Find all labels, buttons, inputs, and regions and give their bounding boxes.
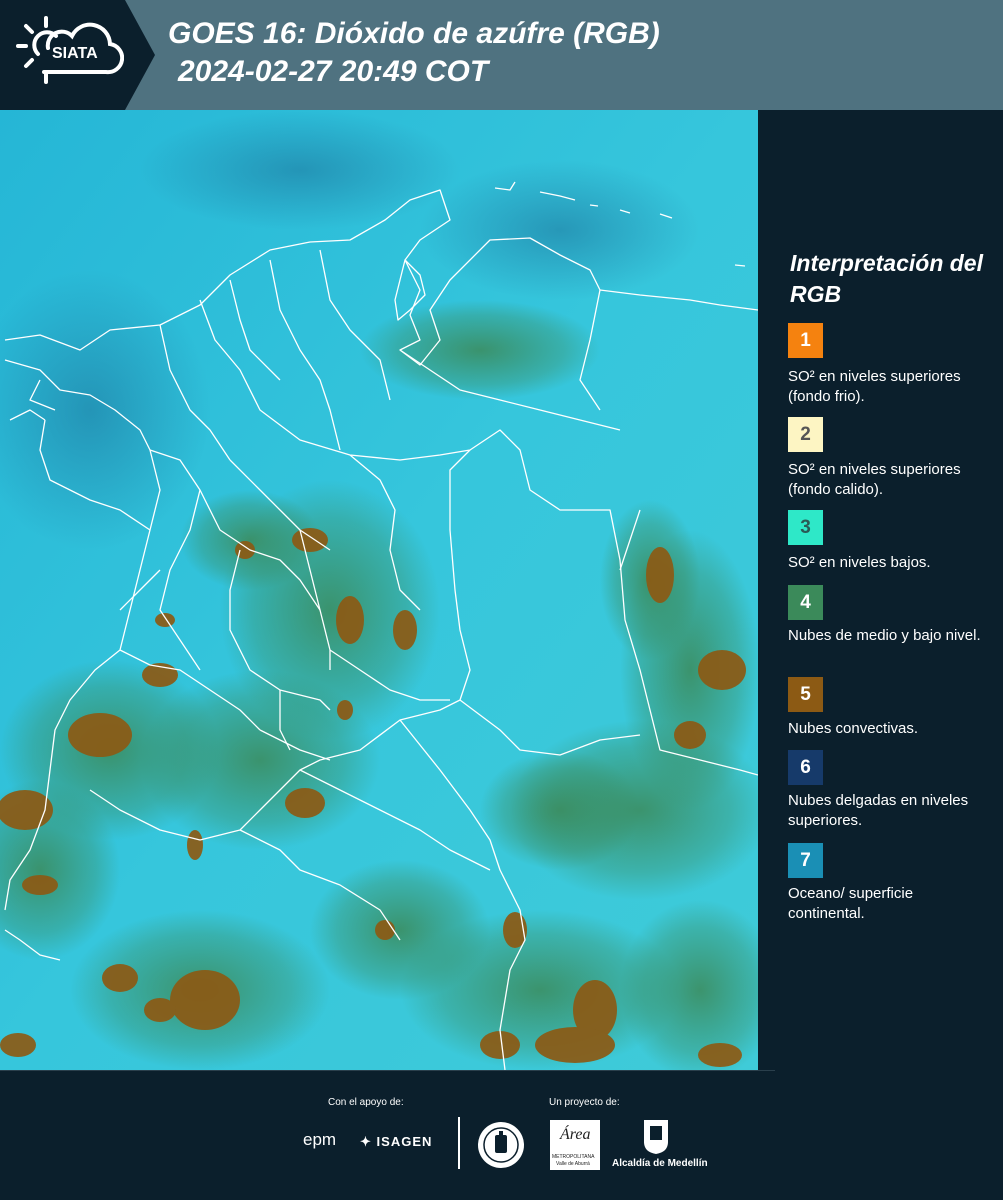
legend-label-4: Nubes de medio y bajo nivel. — [788, 627, 981, 644]
footer-divider — [0, 1070, 775, 1071]
rgb-legend: Interpretación del RGB 1 SO² en niveles … — [772, 110, 1003, 1070]
footer: Con el apoyo de: Un proyecto de: epm ✦ I… — [0, 1070, 1003, 1200]
isagen-icon: ✦ — [360, 1134, 372, 1149]
legend-swatch-4: 4 — [788, 585, 823, 620]
legend-number: 4 — [800, 592, 811, 613]
alcaldia-de-medellin-label: Alcaldía de Medellín — [612, 1158, 708, 1169]
legend-swatch-3: 3 — [788, 510, 823, 545]
legend-title: Interpretación del RGB — [790, 250, 983, 307]
legend-number: 3 — [800, 517, 811, 538]
area-logo-title: Área — [560, 1126, 591, 1143]
legend-swatch-5: 5 — [788, 677, 823, 712]
legend-number: 6 — [800, 757, 811, 778]
satellite-map — [0, 110, 758, 1070]
page-title: GOES 16: Dióxido de azúfre (RGB) — [168, 17, 660, 50]
goes-so2-rgb-image — [0, 110, 758, 1070]
legend-swatch-6: 6 — [788, 750, 823, 785]
image-datetime: 2024-02-27 20:49 COT — [178, 55, 489, 88]
isagen-text: ISAGEN — [376, 1134, 433, 1149]
legend-label-2: SO² en niveles superiores (fondo calido)… — [788, 461, 961, 498]
legend-number: 1 — [800, 330, 811, 351]
legend-number: 5 — [800, 684, 811, 705]
legend-number: 2 — [800, 424, 811, 445]
isagen-logo: ✦ ISAGEN — [360, 1134, 432, 1150]
alcaldia-shield-icon — [644, 1120, 668, 1154]
support-label: Con el apoyo de: — [328, 1097, 404, 1108]
siata-logo-text: SIATA — [52, 45, 98, 62]
siata-logo: SIATA — [0, 0, 155, 110]
legend-swatch-1: 1 — [788, 323, 823, 358]
footer-vertical-divider — [458, 1117, 460, 1169]
legend-swatch-2: 2 — [788, 417, 823, 452]
area-logo-line2: Valle de Aburrá — [556, 1161, 590, 1167]
legend-label-1: SO² en niveles superiores (fondo frio). — [788, 368, 961, 405]
legend-label-7: Oceano/ superficie continental. — [788, 885, 914, 922]
epm-logo: epm — [303, 1130, 337, 1149]
area-metropolitana-logo: Área METROPOLITANA Valle de Aburrá — [550, 1120, 600, 1170]
area-logo-line1: METROPOLITANA — [552, 1154, 595, 1160]
legend-label-5: Nubes convectivas. — [788, 720, 919, 737]
project-label: Un proyecto de: — [549, 1097, 620, 1108]
legend-label-3: SO² en niveles bajos. — [788, 554, 931, 571]
legend-label-6: Nubes delgadas en niveles superiores. — [788, 792, 969, 829]
header-bar: SIATA GOES 16: Dióxido de azúfre (RGB) 2… — [0, 0, 1003, 110]
legend-number: 7 — [800, 850, 811, 871]
medellin-seal-icon — [478, 1122, 524, 1168]
legend-swatch-7: 7 — [788, 843, 823, 878]
